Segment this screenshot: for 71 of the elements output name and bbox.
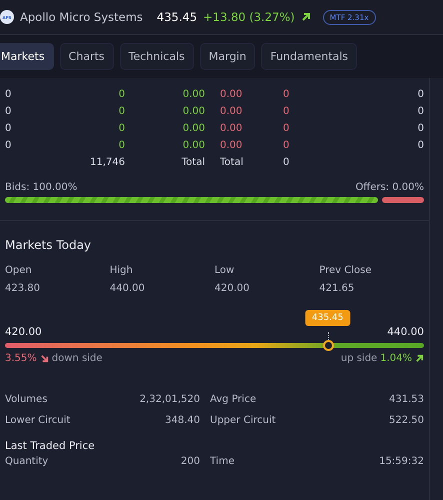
stat-label: Open bbox=[5, 265, 33, 276]
table-cell-text: 0 bbox=[282, 123, 290, 134]
tab[interactable]: Fundamentals bbox=[261, 43, 358, 70]
table-cell-text: Total bbox=[180, 157, 205, 168]
table-cell-text: 0 bbox=[118, 123, 125, 134]
detail-value: 2,32,01,520 bbox=[138, 394, 200, 405]
stat-label: Prev Close bbox=[319, 265, 372, 276]
stat-label: High bbox=[110, 265, 134, 276]
table-cell-text: 0 bbox=[118, 140, 125, 151]
price-change: +13.80 (3.27%) bbox=[203, 10, 295, 24]
table-cell-text: 0 bbox=[282, 106, 290, 117]
detail-value: 522.50 bbox=[389, 415, 424, 426]
detail-label: Upper Circuit bbox=[210, 415, 277, 426]
table-cell-text: 0 bbox=[118, 89, 125, 100]
table-cell-text: 0.00 bbox=[182, 106, 205, 117]
company-name: Apollo Micro Systems bbox=[20, 10, 143, 24]
range-low: 420.00 bbox=[5, 326, 42, 338]
range-high: 440.00 bbox=[387, 326, 424, 338]
detail-label: Volumes bbox=[5, 394, 48, 405]
detail-label: Lower Circuit bbox=[5, 415, 72, 426]
stat-value: 440.00 bbox=[110, 283, 146, 294]
table-cell-text: 0 bbox=[416, 106, 424, 117]
up-percent: 1.04% bbox=[380, 353, 412, 364]
table-cell-text: 0 bbox=[416, 89, 424, 100]
tab[interactable]: Charts bbox=[60, 43, 114, 70]
tab[interactable]: Margin bbox=[200, 43, 256, 70]
bids-label: Bids: 100.00% bbox=[5, 182, 78, 193]
table-cell-text: 0 bbox=[282, 140, 290, 151]
stat-value: 421.65 bbox=[319, 283, 356, 294]
detail-value: 431.53 bbox=[389, 394, 424, 405]
table-cell-text: 0 bbox=[5, 89, 12, 100]
table-cell-text: 0 bbox=[5, 106, 12, 117]
stat-label: Low bbox=[214, 265, 236, 276]
table-cell-text: 0 bbox=[5, 123, 12, 134]
offers-bar bbox=[382, 197, 424, 203]
down-percent: 3.55% bbox=[5, 353, 37, 364]
table-cell-text: 11,746 bbox=[89, 157, 125, 168]
stock-price: 435.45 bbox=[156, 10, 198, 24]
current-price-tooltip: 435.45 bbox=[304, 310, 350, 326]
up-side-label: up side bbox=[340, 353, 378, 364]
section-title: Last Traded Price bbox=[5, 440, 96, 452]
detail-label: Time bbox=[210, 456, 236, 467]
table-cell-text: Total bbox=[219, 157, 244, 168]
down-arrow-icon bbox=[40, 354, 49, 363]
table-cell-text: 0.00 bbox=[219, 106, 244, 117]
detail-value: 15:59:32 bbox=[379, 456, 424, 467]
table-cell-text: 0.00 bbox=[219, 89, 244, 100]
table-cell-text: 0.00 bbox=[182, 140, 205, 151]
detail-label: Avg Price bbox=[210, 394, 258, 405]
section-title: Markets Today bbox=[5, 238, 92, 252]
tab[interactable]: Technicals bbox=[120, 43, 194, 70]
offers-label: Offers: 0.00% bbox=[355, 182, 424, 193]
table-cell-text: 0 bbox=[118, 106, 125, 117]
table-cell-text: 0.00 bbox=[182, 123, 205, 134]
table-cell-text: 0 bbox=[416, 140, 424, 151]
stat-value: 420.00 bbox=[214, 283, 250, 294]
detail-label: Quantity bbox=[5, 456, 50, 467]
table-cell-text: 0.00 bbox=[219, 123, 244, 134]
table-cell-text: 0.00 bbox=[219, 140, 244, 151]
table-cell-text: 0 bbox=[282, 89, 290, 100]
up-arrow-icon bbox=[415, 354, 424, 363]
table-cell-text: 0 bbox=[5, 140, 12, 151]
up-arrow-icon bbox=[300, 12, 311, 22]
tab[interactable]: Markets bbox=[0, 43, 54, 70]
table-cell-text: 0 bbox=[416, 123, 424, 134]
detail-value: 200 bbox=[180, 456, 200, 467]
table-cell-text: 0 bbox=[282, 157, 290, 168]
down-side-label: down side bbox=[52, 353, 102, 364]
stat-value: 423.80 bbox=[5, 283, 41, 294]
detail-value: 348.40 bbox=[164, 415, 200, 426]
table-cell-text: 0.00 bbox=[182, 89, 205, 100]
